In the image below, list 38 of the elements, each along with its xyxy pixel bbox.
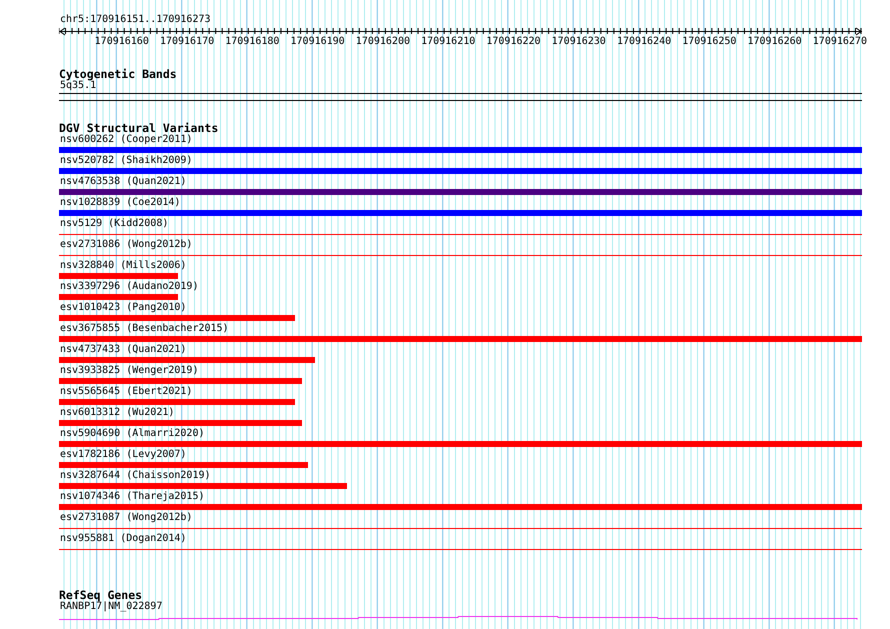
variant-label: nsv328840 (Mills2006) [59, 260, 188, 272]
variant-label: nsv6013312 (Wu2021) [59, 407, 176, 419]
variant-label: nsv600262 (Cooper2011) [59, 134, 194, 146]
ruler-tick-label: 170916180 [225, 36, 280, 48]
variant-label: nsv5565645 (Ebert2021) [59, 386, 194, 398]
track-title: Cytogenetic Bands [59, 68, 178, 80]
variant-label: esv1010423 (Pang2010) [59, 302, 188, 314]
ruler-tick-label: 170916190 [290, 36, 345, 48]
ruler-tick-label: 170916250 [682, 36, 736, 48]
variant-label: nsv4737433 (Quan2021) [59, 344, 188, 356]
variant-label: esv1782186 (Levy2007) [59, 449, 188, 461]
variant-label: nsv955881 (Dogan2014) [59, 533, 188, 545]
ruler-tick-label: 170916200 [356, 36, 410, 48]
ruler-tick-label: 170916230 [552, 36, 606, 48]
variant-label: nsv1074346 (Thareja2015) [59, 491, 206, 503]
variant-label: nsv3933825 (Wenger2019) [59, 365, 200, 377]
variant-label: nsv520782 (Shaikh2009) [59, 155, 194, 167]
ruler-tick-label: 170916170 [160, 36, 214, 48]
gene-label: RANBP17|NM_022897 [60, 601, 164, 613]
track-title: RefSeq Genes [59, 589, 142, 601]
variant-label: esv3675855 (Besenbacher2015) [59, 323, 230, 335]
variant-label: nsv4763538 (Quan2021) [59, 176, 188, 188]
band-label: 5q35.1 [60, 80, 96, 92]
variant-label: nsv1028839 (Coe2014) [59, 197, 182, 209]
ruler-tick-label: 170916210 [421, 36, 476, 48]
ruler-tick-label: 170916240 [616, 36, 672, 48]
variant-label: nsv3287644 (Chaisson2019) [59, 470, 212, 482]
variant-label: nsv5129 (Kidd2008) [59, 218, 170, 230]
variant-label: esv2731086 (Wong2012b) [59, 239, 194, 251]
location-label: chr5:170916151..170916273 [59, 14, 212, 26]
ruler-tick-label: 170916260 [748, 36, 802, 48]
variant-label: nsv5904690 (Almarri2020) [59, 428, 206, 440]
variant-label: esv2731087 (Wong2012b) [59, 512, 194, 524]
track-title: DGV Structural Variants [59, 122, 220, 134]
variant-label: nsv3397296 (Audano2019) [59, 281, 200, 293]
ruler-tick-label: 170916220 [486, 36, 541, 48]
ruler-tick-label: 170916160 [94, 36, 149, 48]
ruler-tick-label: 170916270 [812, 36, 867, 48]
